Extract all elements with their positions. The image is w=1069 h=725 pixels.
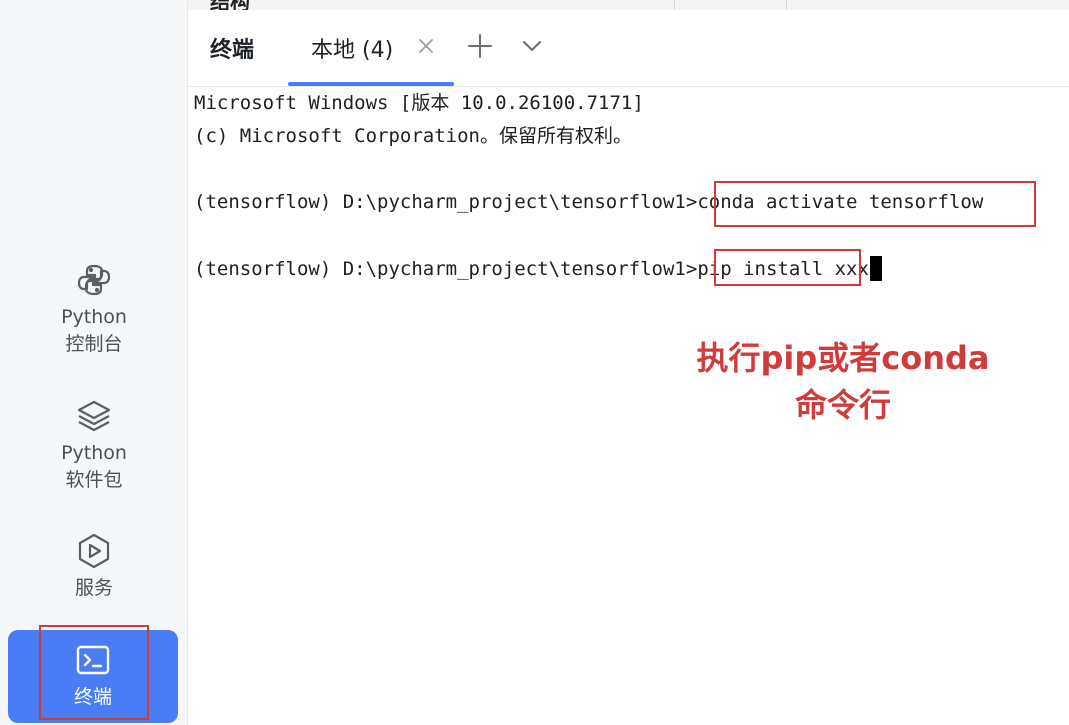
play-hexagon-icon bbox=[76, 533, 112, 569]
chevron-down-icon[interactable] bbox=[518, 32, 546, 60]
panel-title: 终端 bbox=[210, 38, 255, 63]
tab-local[interactable]: 本地 (4) bbox=[288, 10, 454, 86]
sidebar-item-terminal[interactable]: 终端 bbox=[8, 630, 178, 723]
tool-window-sidebar: Python 控制台 Python 软件包 服务 终端 bbox=[0, 0, 188, 725]
sidebar-item-label: Python bbox=[61, 442, 127, 464]
terminal-prompt-line: (tensorflow) D:\pycharm_project\tensorfl… bbox=[194, 190, 983, 214]
python-icon bbox=[76, 262, 112, 298]
text-cursor bbox=[869, 256, 882, 281]
sidebar-item-services[interactable]: 服务 bbox=[10, 533, 178, 602]
tab-label: 本地 (4) bbox=[311, 38, 394, 63]
layers-icon bbox=[76, 398, 112, 434]
annotation-line: 命令行 bbox=[794, 386, 891, 424]
terminal-tabbar: 终端 本地 (4) bbox=[188, 10, 1069, 87]
command-text: conda activate tensorflow bbox=[697, 191, 984, 213]
command-argument: xxx bbox=[823, 258, 869, 280]
ide-window: 结构 Python 控制台 bbox=[0, 0, 1069, 725]
sidebar-item-label: 控制台 bbox=[65, 333, 123, 355]
annotation-text: 执行pip或者conda 命令行 bbox=[668, 335, 1018, 429]
terminal-output[interactable]: Microsoft Windows [版本 10.0.26100.7171] (… bbox=[188, 87, 1069, 725]
sidebar-item-python-packages[interactable]: Python 软件包 bbox=[10, 398, 178, 494]
divider bbox=[786, 0, 787, 10]
terminal-line: (c) Microsoft Corporation。保留所有权利。 bbox=[194, 125, 632, 147]
sidebar-item-python-console[interactable]: Python 控制台 bbox=[10, 262, 178, 358]
sidebar-item-label: Python bbox=[61, 306, 127, 328]
command-text: pip install bbox=[697, 258, 824, 280]
sidebar-item-label: 终端 bbox=[73, 686, 112, 708]
annotation-line: 执行pip或者conda bbox=[696, 339, 990, 377]
prompt: (tensorflow) D:\pycharm_project\tensorfl… bbox=[194, 258, 698, 280]
terminal-icon bbox=[75, 642, 111, 678]
close-icon[interactable] bbox=[416, 36, 436, 56]
terminal-line: Microsoft Windows [版本 10.0.26100.7171] bbox=[194, 92, 644, 114]
terminal-prompt-line[interactable]: (tensorflow) D:\pycharm_project\tensorfl… bbox=[194, 256, 882, 281]
prompt: (tensorflow) D:\pycharm_project\tensorfl… bbox=[194, 191, 698, 213]
plus-icon[interactable] bbox=[466, 32, 494, 60]
sidebar-item-label: 服务 bbox=[74, 577, 113, 599]
sidebar-item-label: 软件包 bbox=[65, 469, 123, 491]
divider bbox=[674, 0, 675, 10]
active-tab-indicator bbox=[288, 82, 454, 86]
